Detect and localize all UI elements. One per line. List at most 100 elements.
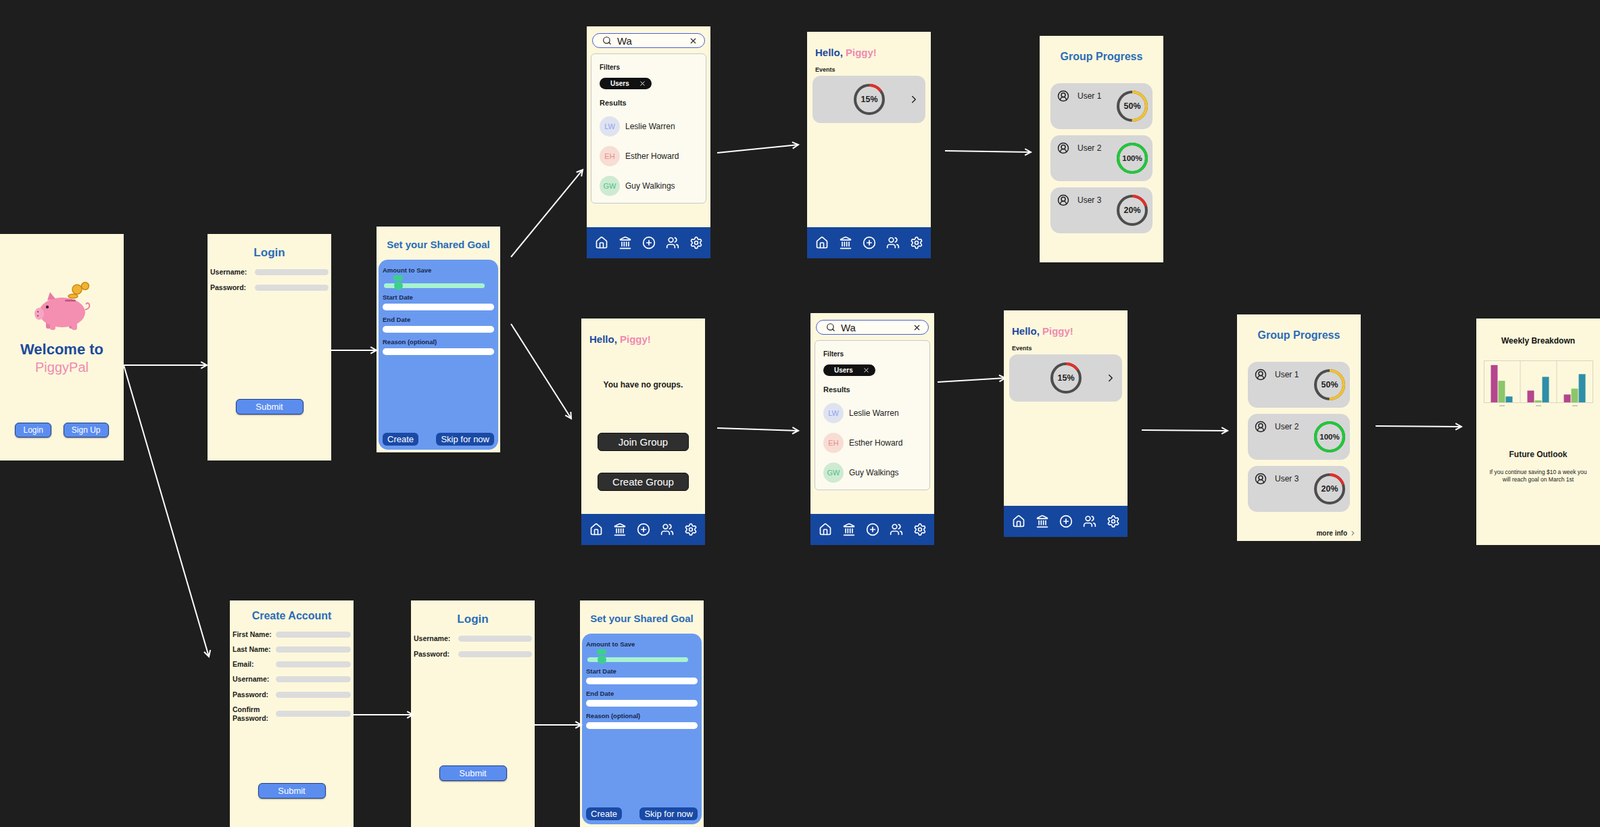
text-field[interactable]	[254, 269, 329, 276]
text-field[interactable]	[586, 677, 698, 685]
results-heading: Results	[823, 385, 922, 394]
field-label: End Date	[586, 689, 698, 697]
gear-icon[interactable]	[684, 522, 698, 537]
slider-thumb[interactable]	[597, 655, 607, 664]
add-icon[interactable]	[636, 522, 651, 537]
group-icon[interactable]	[886, 235, 900, 250]
filter-chip[interactable]: Users	[823, 364, 876, 376]
text-field[interactable]	[275, 675, 351, 683]
home-icon[interactable]	[818, 522, 833, 537]
text-field[interactable]	[458, 650, 532, 658]
bank-icon[interactable]	[1035, 514, 1050, 528]
event-card[interactable]: 15%	[812, 75, 926, 124]
gear-icon[interactable]	[913, 522, 927, 537]
field-label: Username:	[232, 674, 274, 684]
submit-button[interactable]: Submit	[439, 765, 507, 781]
clear-icon[interactable]	[688, 36, 698, 46]
search-icon	[602, 35, 612, 46]
text-field[interactable]	[586, 699, 698, 707]
goal-button[interactable]: Skip for now	[639, 807, 698, 820]
add-icon[interactable]	[862, 235, 877, 250]
welcome-button[interactable]: Login	[14, 422, 51, 438]
add-icon[interactable]	[865, 522, 880, 537]
home-icon[interactable]	[594, 235, 609, 250]
group-icon[interactable]	[889, 522, 904, 537]
remove-icon[interactable]	[862, 366, 870, 374]
home-icon[interactable]	[1011, 514, 1026, 528]
bank-icon[interactable]	[613, 522, 627, 537]
flow-arrow	[1141, 427, 1228, 434]
login-screen: LoginUsername:Password:Submit	[410, 600, 535, 827]
chart-bar	[1490, 365, 1498, 403]
text-field[interactable]	[458, 635, 532, 642]
remove-icon[interactable]	[638, 79, 647, 88]
greeting: Hello, Piggy!	[807, 31, 931, 59]
amount-slider[interactable]	[587, 657, 689, 662]
chart-bar	[1541, 376, 1549, 403]
gear-icon[interactable]	[909, 235, 924, 250]
welcome-button[interactable]: Sign Up	[63, 422, 109, 438]
more-info-link[interactable]: more info	[1316, 529, 1361, 537]
progress-ring: 50%	[1313, 368, 1346, 401]
gear-icon[interactable]	[1106, 514, 1121, 528]
goal-button[interactable]: Skip for now	[435, 432, 495, 446]
slider-thumb[interactable]	[394, 281, 403, 290]
event-card[interactable]: 15%	[1009, 354, 1123, 402]
home-icon[interactable]	[589, 522, 603, 537]
group-divider	[1519, 360, 1521, 403]
gear-icon[interactable]	[689, 235, 703, 250]
chevron-icon	[1349, 529, 1357, 537]
text-field[interactable]	[275, 691, 351, 698]
field-label: Password:	[413, 649, 456, 659]
text-field[interactable]	[275, 646, 351, 653]
text-field[interactable]	[382, 348, 495, 355]
search-text[interactable]: Wa	[840, 321, 908, 334]
bank-icon[interactable]	[842, 522, 856, 537]
add-icon[interactable]	[1059, 514, 1073, 528]
result-row[interactable]: LWLeslie Warren	[823, 402, 922, 424]
search-bar[interactable]: Wa	[592, 33, 706, 48]
result-row[interactable]: GWGuy Walkings	[823, 462, 922, 483]
text-field[interactable]	[275, 631, 351, 638]
text-field[interactable]	[586, 721, 698, 729]
search-text[interactable]: Wa	[617, 35, 684, 47]
result-row[interactable]: EHEsther Howard	[823, 432, 922, 453]
nogroups-screen: Hello, Piggy!You have no groups.Join Gro…	[581, 318, 706, 545]
group-buttons: Join Group Create Group	[581, 432, 706, 491]
search-bar[interactable]: Wa	[815, 319, 929, 335]
outlook-text: If you continue saving $10 a week you wi…	[1476, 468, 1600, 484]
field-label: Username:	[210, 267, 253, 277]
text-field[interactable]	[275, 710, 351, 717]
group-icon[interactable]	[665, 235, 680, 250]
text-field[interactable]	[382, 325, 495, 333]
bank-icon[interactable]	[618, 235, 633, 250]
submit-button[interactable]: Submit	[258, 782, 326, 799]
text-field[interactable]	[254, 284, 329, 291]
bank-icon[interactable]	[838, 235, 853, 250]
text-field[interactable]	[275, 661, 351, 668]
chevron-icon[interactable]	[907, 93, 920, 106]
result-row[interactable]: EHEsther Howard	[599, 146, 698, 167]
home-icon[interactable]	[815, 235, 829, 250]
field-label: Reason (optional)	[382, 337, 495, 346]
group-icon[interactable]	[660, 522, 674, 537]
goal-button[interactable]: Create	[586, 807, 622, 820]
clear-icon[interactable]	[912, 323, 922, 332]
goal-button[interactable]: Create	[382, 432, 419, 446]
progress-ring: 100%	[1313, 420, 1346, 453]
text-field[interactable]	[382, 303, 495, 311]
filter-chip[interactable]: Users	[599, 77, 652, 90]
group-icon[interactable]	[1082, 514, 1097, 528]
submit-button[interactable]: Submit	[235, 398, 304, 415]
chart-bar	[1570, 388, 1578, 403]
screen-title: Login	[410, 612, 535, 626]
member-info: User 3	[1254, 472, 1299, 485]
group-button[interactable]: Join Group	[597, 432, 689, 451]
amount-slider[interactable]	[383, 283, 485, 288]
add-icon[interactable]	[642, 235, 656, 250]
screen-title: Group Progress	[1237, 329, 1361, 342]
result-row[interactable]: LWLeslie Warren	[599, 116, 698, 137]
chevron-icon[interactable]	[1104, 371, 1117, 384]
group-button[interactable]: Create Group	[597, 472, 689, 491]
result-row[interactable]: GWGuy Walkings	[599, 175, 698, 197]
